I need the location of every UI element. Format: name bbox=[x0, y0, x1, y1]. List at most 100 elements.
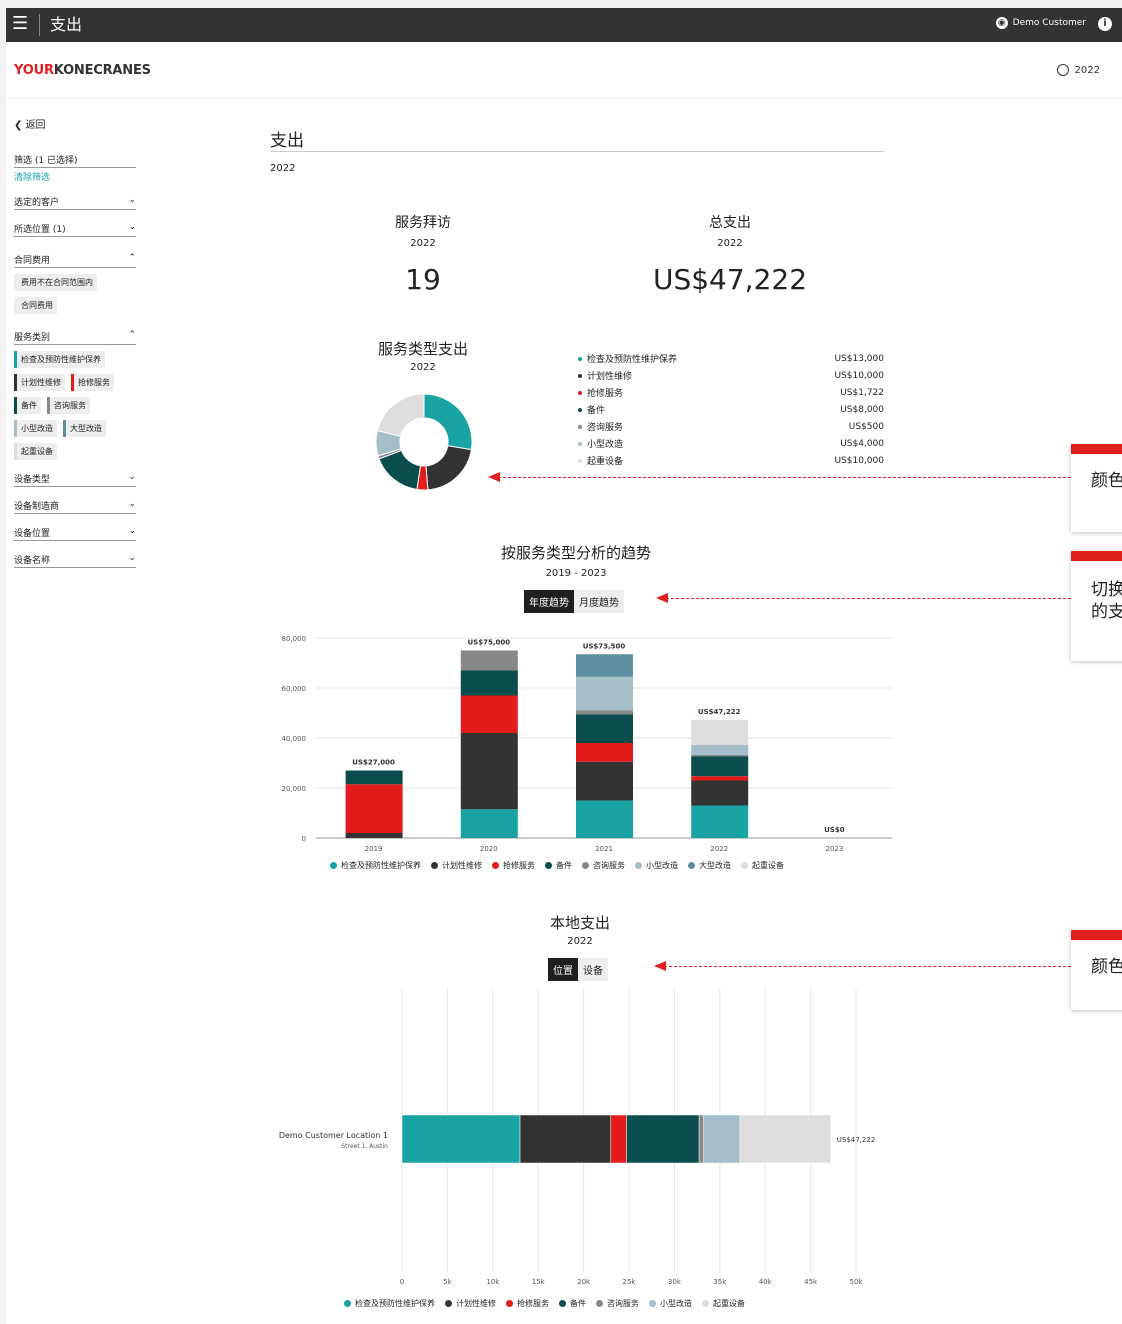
local-bar-segment[interactable] bbox=[401, 1114, 521, 1164]
clear-filters-link[interactable]: 清除筛选 bbox=[14, 170, 136, 183]
trend-bar-chart: 0 20,000 40,000 60,000 80,000 US$27,000 2019 US… bbox=[282, 635, 892, 853]
donut-slice[interactable] bbox=[425, 445, 472, 491]
tab-equipment[interactable]: 设备 bbox=[578, 958, 608, 981]
local-total-label: US$47,222 bbox=[837, 1136, 876, 1144]
service-chip[interactable]: 咨询服务 bbox=[47, 397, 90, 414]
service-chip[interactable]: 起重设备 bbox=[14, 443, 57, 460]
service-chip[interactable]: 抢修服务 bbox=[71, 374, 114, 391]
local-bar-segment[interactable] bbox=[698, 1114, 704, 1164]
service-chip[interactable]: 备件 bbox=[14, 397, 41, 414]
trend-legend-item[interactable]: 咨询服务 bbox=[582, 860, 625, 871]
filter-dropdown-0[interactable]: 选定的客户 ⌄ bbox=[14, 193, 136, 210]
equipment-dropdown-3[interactable]: 设备名称 ⌄ bbox=[14, 551, 136, 568]
annotation-callout-1: 颜色 bbox=[1071, 444, 1122, 532]
trend-bar-segment[interactable] bbox=[691, 756, 749, 777]
trend-bar-segment[interactable] bbox=[576, 714, 633, 743]
donut-slice[interactable] bbox=[376, 393, 425, 437]
service-chip[interactable]: 小型改造 bbox=[14, 420, 57, 437]
donut-slice[interactable] bbox=[423, 393, 473, 451]
trend-bar-segment[interactable] bbox=[691, 719, 749, 745]
service-chip[interactable]: 计划性维修 bbox=[14, 374, 65, 391]
service-section-toggle[interactable]: 服务类别 ⌃ bbox=[14, 328, 136, 345]
trend-bar-segment[interactable] bbox=[345, 784, 403, 833]
bar-total-label: US$0 bbox=[824, 826, 845, 834]
y-tick-label: 80,000 bbox=[282, 635, 307, 643]
trend-legend-item[interactable]: 备件 bbox=[545, 860, 572, 871]
contract-section-toggle[interactable]: 合同费用 ⌃ bbox=[14, 251, 136, 268]
trend-bar-segment[interactable] bbox=[691, 780, 749, 806]
local-legend-label: 起重设备 bbox=[713, 1299, 745, 1308]
trend-legend-item[interactable]: 检查及预防性维护保养 bbox=[330, 860, 421, 871]
back-link[interactable]: ❮ 返回 bbox=[14, 116, 136, 131]
trend-legend-label: 备件 bbox=[556, 861, 572, 870]
trend-bar-segment[interactable] bbox=[576, 676, 633, 711]
trend-legend-label: 检查及预防性维护保养 bbox=[341, 861, 421, 870]
trend-legend-label: 抢修服务 bbox=[503, 861, 535, 870]
trend-bar-segment[interactable] bbox=[460, 733, 518, 810]
service-chip[interactable]: 大型改造 bbox=[63, 420, 106, 437]
trend-bar-segment[interactable] bbox=[691, 754, 749, 757]
equipment-dropdown-0[interactable]: 设备类型 ⌄ bbox=[14, 470, 136, 487]
local-title: 本地支出 bbox=[549, 914, 610, 932]
trend-bar-segment[interactable] bbox=[345, 833, 403, 838]
tab-annual-trend[interactable]: 年度趋势 bbox=[524, 590, 574, 613]
annotation-text-3: 颜色 bbox=[1091, 957, 1122, 977]
year-selector[interactable]: 2022 bbox=[1056, 64, 1100, 76]
donut-legend-row: 备件 US$8,000 bbox=[578, 401, 884, 418]
service-chip[interactable]: 检查及预防性维护保养 bbox=[14, 351, 105, 368]
trend-bar-segment[interactable] bbox=[460, 695, 518, 734]
contract-chip[interactable]: 合同费用 bbox=[14, 297, 57, 314]
y-tick-label: 60,000 bbox=[282, 685, 307, 693]
local-bar-segment[interactable] bbox=[626, 1114, 700, 1164]
tab-location[interactable]: 位置 bbox=[548, 958, 578, 981]
legend-dot bbox=[688, 862, 695, 869]
contract-chip[interactable]: 费用不在合同范围内 bbox=[14, 274, 97, 291]
trend-bar-segment[interactable] bbox=[576, 710, 633, 715]
trend-legend-item[interactable]: 计划性维修 bbox=[431, 860, 482, 871]
trend-legend-item[interactable]: 小型改造 bbox=[635, 860, 678, 871]
trend-bar-segment[interactable] bbox=[691, 744, 749, 755]
user-menu[interactable]: ◉ Demo Customer bbox=[995, 17, 1086, 29]
trend-legend-label: 计划性维修 bbox=[442, 861, 482, 870]
topbar-divider bbox=[39, 14, 40, 36]
arrowhead-icon bbox=[488, 472, 500, 482]
local-legend-item[interactable]: 备件 bbox=[559, 1298, 586, 1309]
menu-icon[interactable]: ☰ bbox=[12, 14, 28, 34]
local-bar-segment[interactable] bbox=[703, 1114, 741, 1164]
logo[interactable]: YOURKONECRANES bbox=[14, 63, 151, 78]
donut-legend-value: US$10,000 bbox=[834, 370, 884, 381]
trend-legend-item[interactable]: 大型改造 bbox=[688, 860, 731, 871]
local-bar-segment[interactable] bbox=[739, 1114, 832, 1164]
trend-legend-item[interactable]: 抢修服务 bbox=[492, 860, 535, 871]
trend-legend-label: 小型改造 bbox=[646, 861, 678, 870]
local-legend-item[interactable]: 计划性维修 bbox=[445, 1298, 496, 1309]
trend-bar-segment[interactable] bbox=[576, 743, 633, 762]
local-legend-item[interactable]: 小型改造 bbox=[649, 1298, 692, 1309]
local-legend-item[interactable]: 检查及预防性维护保养 bbox=[344, 1298, 435, 1309]
trend-legend-item[interactable]: 起重设备 bbox=[741, 860, 784, 871]
tab-monthly-trend[interactable]: 月度趋势 bbox=[574, 590, 624, 613]
local-bar-segment[interactable] bbox=[519, 1114, 612, 1164]
trend-bar-segment[interactable] bbox=[460, 670, 518, 696]
trend-bar-segment[interactable] bbox=[691, 776, 749, 781]
trend-bar-segment[interactable] bbox=[460, 650, 518, 671]
local-legend-item[interactable]: 抢修服务 bbox=[506, 1298, 549, 1309]
local-legend-item[interactable]: 起重设备 bbox=[702, 1298, 745, 1309]
chevron-up-icon: ⌃ bbox=[128, 253, 136, 263]
local-bar-chart: 0 5k 10k 15k 20k 25k 30k 35k 40k 45k 50k Demo Custo… bbox=[279, 988, 876, 1286]
trend-bar-segment[interactable] bbox=[345, 770, 403, 785]
filter-dropdown-1[interactable]: 所选位置 (1) ⌄ bbox=[14, 220, 136, 237]
trend-legend-label: 咨询服务 bbox=[593, 861, 625, 870]
local-bar-segment[interactable] bbox=[610, 1114, 627, 1164]
trend-bar-segment[interactable] bbox=[576, 761, 633, 801]
equipment-dropdown-2[interactable]: 设备位置 ⌄ bbox=[14, 524, 136, 541]
donut-legend-row: 咨询服务 US$500 bbox=[578, 418, 884, 435]
trend-bar-segment[interactable] bbox=[576, 654, 633, 677]
trend-bar-segment[interactable] bbox=[576, 800, 633, 839]
trend-bar-segment[interactable] bbox=[691, 805, 749, 839]
legend-dot bbox=[344, 1300, 351, 1307]
trend-bar-segment[interactable] bbox=[460, 809, 518, 838]
equipment-dropdown-1[interactable]: 设备制造商 ⌄ bbox=[14, 497, 136, 514]
info-icon[interactable]: i bbox=[1098, 17, 1112, 31]
local-legend-item[interactable]: 咨询服务 bbox=[596, 1298, 639, 1309]
